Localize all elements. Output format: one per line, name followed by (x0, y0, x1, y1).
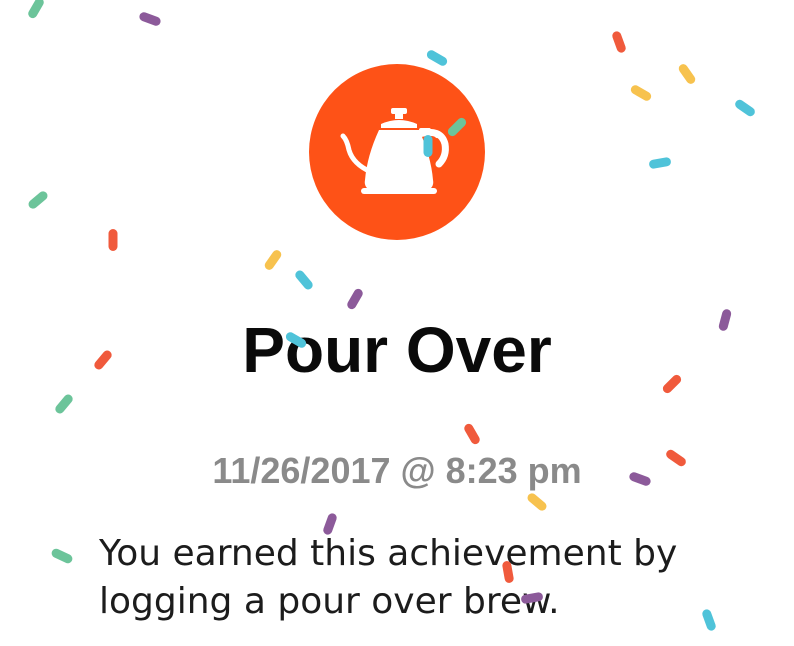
achievement-date: 11/26/2017 @ 8:23 pm (212, 450, 582, 491)
achievement-badge (309, 64, 485, 240)
confetti-piece (28, 191, 48, 209)
confetti-piece (347, 288, 363, 310)
confetti-piece (55, 394, 73, 414)
confetti-piece (28, 0, 44, 19)
confetti-piece (264, 250, 282, 270)
achievement-screen: Pour Over 11/26/2017 @ 8:23 pm You earne… (0, 0, 794, 646)
confetti-piece (612, 31, 626, 53)
confetti-piece (51, 548, 73, 564)
confetti-piece (295, 270, 313, 290)
confetti-piece (649, 157, 671, 169)
confetti-piece (630, 85, 652, 101)
confetti-piece (527, 493, 547, 511)
confetti-piece (735, 99, 755, 117)
pour-over-kettle-icon (340, 108, 449, 194)
confetti-piece (678, 64, 696, 84)
confetti-piece (108, 229, 118, 251)
confetti-piece (139, 12, 161, 26)
achievement-description: You earned this achievement by logging a… (99, 533, 678, 622)
confetti-piece (464, 423, 480, 445)
achievement-title: Pour Over (242, 314, 552, 386)
